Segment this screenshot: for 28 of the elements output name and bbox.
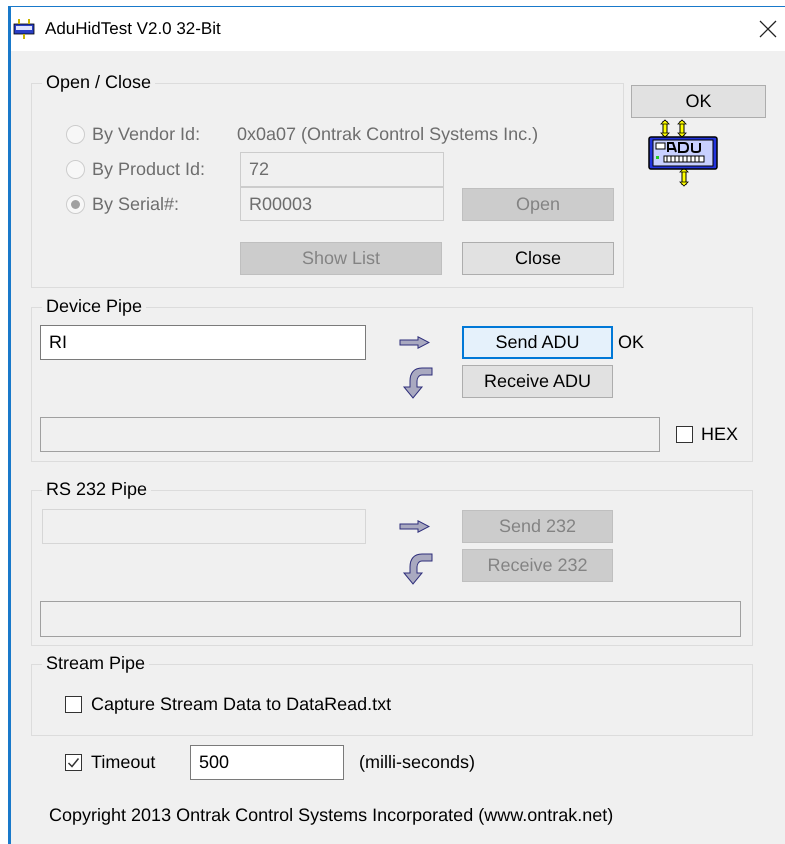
- vendor-id-text: 0x0a07 (Ontrak Control Systems Inc.): [237, 123, 538, 146]
- curved-arrow-icon: [402, 367, 432, 399]
- window-title: AduHidTest V2.0 32-Bit: [45, 18, 221, 40]
- status-text: OK: [618, 331, 644, 354]
- rs232-response-field[interactable]: [40, 601, 741, 637]
- timeout-field[interactable]: 500: [190, 745, 344, 780]
- radio-label: By Serial#:: [92, 192, 180, 216]
- send-adu-button[interactable]: Send ADU: [462, 326, 613, 359]
- unit-text: (milli-seconds): [359, 751, 476, 774]
- capture-label: Capture Stream Data to DataRead.txt: [91, 693, 392, 716]
- checkbox[interactable]: [676, 426, 693, 443]
- hex-label: HEX: [701, 423, 738, 446]
- curved-arrow-icon: [402, 553, 432, 585]
- response-field[interactable]: [40, 417, 660, 452]
- close-icon[interactable]: [759, 20, 777, 38]
- app-icon: [13, 19, 35, 39]
- timeout-label: Timeout: [91, 751, 156, 774]
- adu-device-icon: [648, 119, 720, 187]
- copyright-text: Copyright 2013 Ontrak Control Systems Incorporated (www.ontrak.net): [49, 804, 614, 827]
- ok-button[interactable]: OK: [631, 85, 766, 118]
- right-arrow-icon: [398, 336, 430, 349]
- radio-label: By Product Id:: [92, 158, 206, 181]
- checkbox[interactable]: [65, 696, 82, 713]
- right-arrow-icon: [398, 520, 430, 533]
- checkbox[interactable]: [65, 754, 82, 771]
- receive-adu-button[interactable]: Receive ADU: [462, 365, 613, 398]
- radio-label: By Vendor Id:: [92, 123, 200, 146]
- command-field[interactable]: RI: [40, 325, 366, 360]
